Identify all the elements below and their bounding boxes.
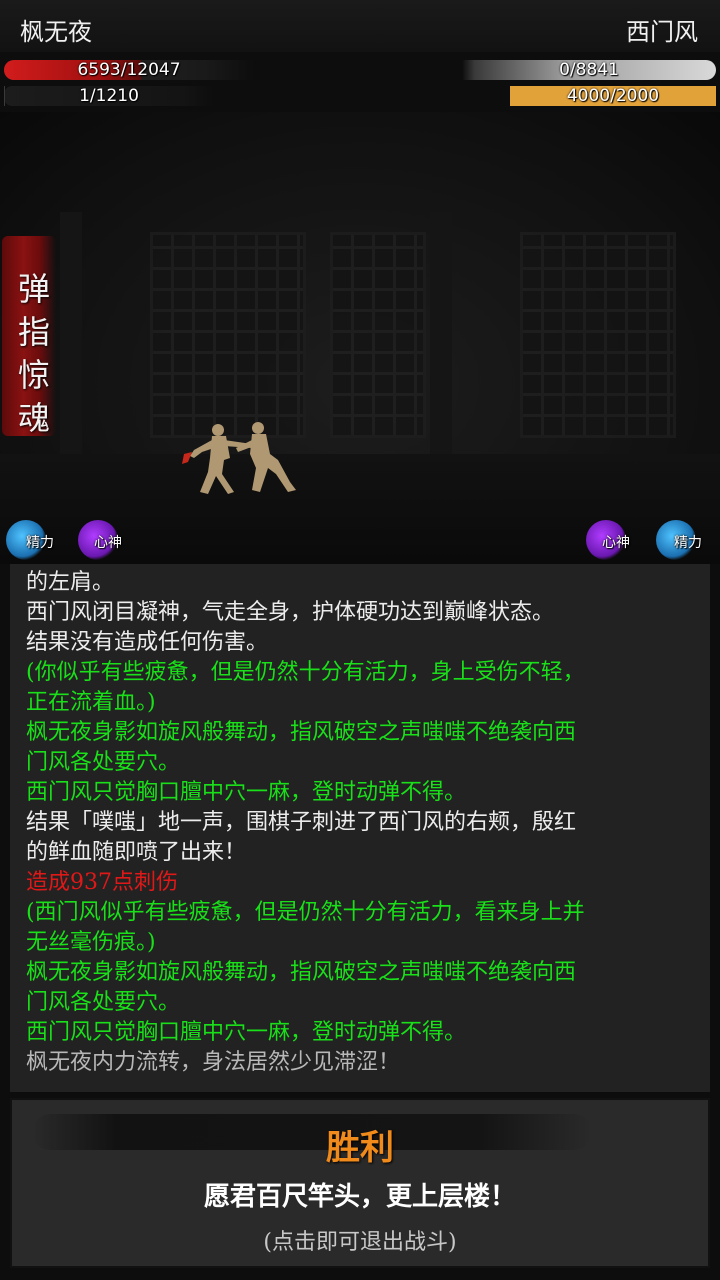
enemy-mp-text: 4000/2000 (566, 86, 660, 106)
battle-header: 枫无夜 西门风 (0, 0, 720, 52)
pillar (430, 212, 452, 472)
log-line: 造成937点刺伤 (26, 870, 178, 895)
log-line: 枫无夜身影如旋风般舞动，指风破空之声嗤嗤不绝袭向西 (26, 960, 577, 985)
enemy-mp-bar: 4000/2000 (510, 86, 716, 106)
log-line: 门风各处要穴。 (26, 990, 181, 1015)
window-lattice (150, 232, 306, 438)
log-line: 的鲜血随即喷了出来！ (26, 840, 247, 865)
victory-panel[interactable]: 胜利 愿君百尺竿头，更上层楼！ (点击即可退出战斗) (10, 1098, 710, 1268)
log-line: 结果没有造成任何伤害。 (26, 630, 269, 655)
fighter-head (212, 424, 224, 436)
log-line: 的左肩。 (26, 570, 115, 595)
log-line: 枫无夜身影如旋风般舞动，指风破空之声嗤嗤不绝袭向西 (26, 720, 577, 745)
log-line: 无丝毫伤痕。) (26, 930, 156, 955)
victory-title: 胜利 (326, 1128, 394, 1168)
enemy-mind-label: 心神 (602, 535, 630, 551)
player-hp-text: 6593/12047 (77, 60, 181, 80)
log-line: 枫无夜内力流转，身法居然少见滞涩！ (26, 1050, 401, 1075)
log-line: 西门风只觉胸口膻中穴一麻，登时动弹不得。 (26, 1020, 467, 1045)
fighter-body (250, 434, 296, 492)
window-lattice (330, 232, 426, 438)
log-line: (西门风似乎有些疲惫，但是仍然十分有活力，看来身上并 (26, 900, 585, 925)
enemy-name: 西门风 (626, 18, 698, 46)
log-line: 结果「噗嗤」地一声，围棋子刺进了西门风的右颊，殷红 (26, 810, 577, 835)
log-line: 西门风只觉胸口膻中穴一麻，登时动弹不得。 (26, 780, 467, 805)
enemy-hp-text: 0/8841 (559, 60, 619, 80)
enemy-hp-bar: 0/8841 (462, 60, 716, 80)
exit-battle-hint[interactable]: (点击即可退出战斗) (12, 1224, 708, 1256)
player-hp-bar: 6593/12047 (4, 60, 254, 80)
log-line: (你似乎有些疲惫，但是仍然十分有活力，身上受伤不轻， (26, 660, 585, 685)
log-line: 门风各处要穴。 (26, 750, 181, 775)
battle-log[interactable]: 的左肩。西门风闭目凝神，气走全身，护体硬功达到巅峰状态。 结果没有造成任何伤害。 (… (10, 564, 710, 1092)
skill-name: 弹指惊魂 (17, 270, 50, 437)
player-mp-bar: 1/1210 (4, 86, 214, 106)
fighter-head (252, 422, 264, 434)
player-energy-label: 精力 (26, 535, 54, 551)
blood-splash (182, 452, 192, 464)
victory-motto: 愿君百尺竿头，更上层楼！ (203, 1182, 516, 1212)
player-name: 枫无夜 (20, 18, 92, 46)
log-line: 西门风闭目凝神，气走全身，护体硬功达到巅峰状态。 (26, 600, 555, 625)
window-lattice (520, 232, 676, 438)
log-line: 正在流着血。) (26, 690, 156, 715)
enemy-energy-label: 精力 (674, 535, 702, 551)
battle-scene (0, 112, 720, 564)
player-mp-text: 1/1210 (79, 86, 139, 106)
player-mind-label: 心神 (94, 535, 122, 551)
pillar (60, 212, 82, 472)
fighters-sprite (182, 422, 296, 494)
